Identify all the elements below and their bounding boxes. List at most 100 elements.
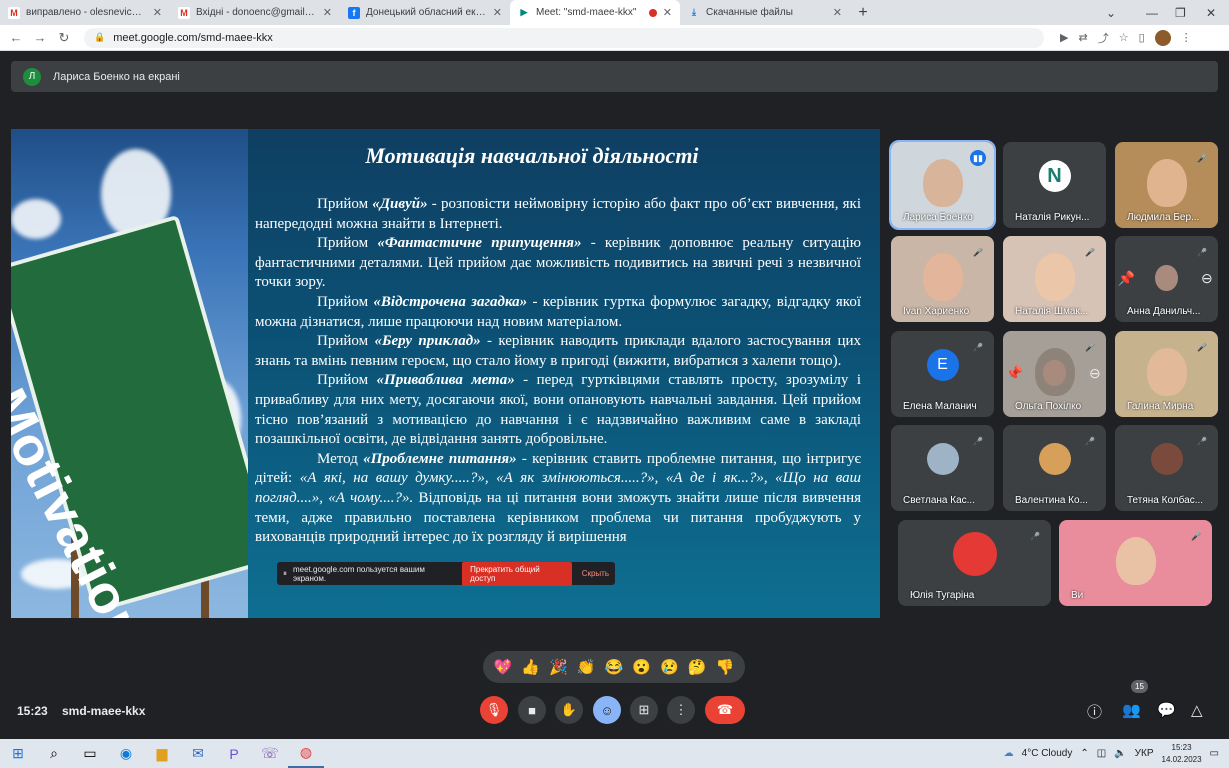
camera-indicator-icon[interactable]: ▶ [1060,31,1068,44]
menu-dots-icon[interactable]: ⋮ [1181,31,1192,44]
forward-icon[interactable]: → [28,30,52,45]
participant-tile[interactable]: 🎤 Светлана Кас... [891,425,994,511]
mic-muted-icon: 🎤 [1191,531,1201,541]
browser-tab[interactable]: Mвиправлено - olesnevich88a@g ✕ [0,0,170,25]
translate-icon[interactable]: ⇄ [1078,31,1087,44]
reaction-emoji[interactable]: 💖 [494,658,513,676]
motivation-sign-image: Motivation [11,129,248,618]
participant-tile[interactable]: 🎤 Наталія Шмак... [1003,236,1106,322]
language-indicator[interactable]: УКР [1135,748,1154,759]
participant-tile[interactable]: 🎤 Ви [1059,520,1212,606]
hang-up-button[interactable]: ☎ [705,696,745,724]
search-icon[interactable]: ⌕ [36,739,72,768]
meeting-info-icon[interactable]: ⓘ [1087,701,1102,722]
taskbar-clock[interactable]: 15:23 14.02.2023 [1162,742,1202,766]
camera-button[interactable]: ■ [518,696,546,724]
participant-tile[interactable]: 📌 ● ⊖ 🎤 Анна Данильч... [1115,236,1218,322]
new-tab-button[interactable]: + [850,0,876,25]
close-tab-icon[interactable]: ✕ [833,6,842,19]
avatar-icon[interactable]: ● [1043,360,1066,387]
participant-tile[interactable]: 🎤 Людмила Бер... [1115,142,1218,228]
task-view-icon[interactable]: ▭ [72,739,108,768]
close-tab-icon[interactable]: ✕ [153,6,162,19]
close-tab-icon[interactable]: ✕ [493,6,502,19]
close-window-button[interactable]: ✕ [1206,0,1216,25]
reaction-emoji[interactable]: 🎉 [549,658,568,676]
mail-icon[interactable]: ✉ [180,739,216,768]
chrome-icon[interactable]: ◍ [288,739,324,768]
chat-icon[interactable]: 💬 [1157,701,1176,719]
volume-icon[interactable]: 🔈 [1114,748,1126,759]
tab-search-icon[interactable]: ⌄ [1106,0,1116,25]
weather-text[interactable]: 4°C Cloudy [1022,748,1073,759]
shared-screen: Motivation Мотивація навчальної діяльнос… [11,129,880,618]
bookmark-star-icon[interactable]: ☆ [1119,31,1129,44]
restore-button[interactable]: ❐ [1175,0,1186,25]
sidepanel-icon[interactable]: ▯ [1139,31,1145,44]
notification-icon[interactable]: ▭ [1210,748,1219,759]
participant-avatar: N [1038,160,1071,193]
participant-tile[interactable]: N🎤Наталія Рикун... [1003,142,1106,228]
reaction-emoji[interactable]: 😢 [660,658,679,676]
file-explorer-icon[interactable]: ▆ [144,739,180,768]
reaction-emoji[interactable]: 🤔 [688,658,707,676]
reaction-emoji[interactable]: 😮 [632,658,651,676]
more-options-button[interactable]: ⋮ [667,696,695,724]
participant-tile[interactable]: 🎤 Юлія Тугаріна [898,520,1051,606]
url-field[interactable]: 🔒 meet.google.com/smd-maee-kkx [84,27,1044,48]
reaction-emoji[interactable]: 😂 [605,658,624,676]
participant-name: Валентина Ко... [1015,495,1088,506]
raise-hand-button[interactable]: ✋ [555,696,583,724]
browser-tab[interactable]: ⤓ Скачанные файлы ✕ [680,0,850,25]
reactions-button[interactable]: ☺ [593,696,621,724]
network-icon[interactable]: ◫ [1097,748,1106,759]
participant-tile[interactable]: E 🎤 Елена Маланич [891,331,994,417]
reaction-emoji[interactable]: 👍 [521,658,540,676]
paragraph-term: «Проблемне питання» [363,450,517,467]
remove-icon[interactable]: ⊖ [1084,360,1106,386]
reaction-emoji[interactable]: 👎 [716,658,735,676]
reaction-emoji[interactable]: 👏 [577,658,596,676]
participant-tile[interactable]: 🎤 Ivan Хариенко [891,236,994,322]
participant-tile[interactable]: 🎤 Галина Мирна [1115,331,1218,417]
tray-expand-icon[interactable]: ⌃ [1080,748,1088,759]
participant-name: Галина Мирна [1127,401,1194,412]
profile-avatar[interactable] [1154,29,1171,46]
participant-tile[interactable]: 🎤 Тетяна Колбас... [1115,425,1218,511]
windows-start-icon[interactable]: ⊞ [0,739,36,768]
slide-paragraph: Прийом «Беру приклад» - керівник наводит… [255,332,861,371]
presenter-avatar: Л [23,67,41,86]
stop-sharing-button[interactable]: Прекратить общий доступ [462,561,572,586]
share-icon[interactable]: ⤴ [1098,30,1109,46]
close-tab-icon[interactable]: ✕ [663,6,672,19]
present-screen-button[interactable]: ⊞ [630,696,658,724]
tab-label: Донецький обласний еколого- [366,7,487,18]
publisher-icon[interactable]: P [216,739,252,768]
people-icon[interactable]: 👥 [1122,701,1141,719]
reload-icon[interactable]: ↻ [52,30,76,46]
activities-icon[interactable]: △ [1191,701,1203,719]
meet-icon: ▶ [518,6,530,19]
slide-title: Мотивація навчальної діяльності [365,143,699,168]
close-tab-icon[interactable]: ✕ [323,6,332,19]
pin-icon[interactable]: 📌 [1003,360,1025,386]
hide-notice-button[interactable]: Скрыть [582,569,609,578]
browser-tab[interactable]: f Донецький обласний еколого- ✕ [340,0,510,25]
taskbar-time: 15:23 [1171,742,1192,752]
participant-avatar [952,532,997,577]
remove-icon[interactable]: ⊖ [1196,265,1218,291]
back-icon[interactable]: ← [4,30,28,45]
avatar-icon[interactable]: ● [1155,265,1178,292]
pin-icon[interactable]: 📌 [1115,265,1137,291]
pause-icon: ⏸ [283,568,287,578]
browser-tab[interactable]: ▶ Meet: "smd-maee-kkx" ✕ [510,0,680,25]
participant-tile[interactable]: 🎤 Валентина Ко... [1003,425,1106,511]
participant-tile[interactable]: 📌 ● ⊖ 🎤 Ольга Похілко [1003,331,1106,417]
mic-off-button[interactable]: 🎙 [480,696,508,724]
download-icon: ⤓ [692,7,696,17]
browser-tab[interactable]: M Вхідні - donoenc@gmail.com - G ✕ [170,0,340,25]
edge-icon[interactable]: ◉ [108,739,144,768]
participant-tile[interactable]: ▮▮ Лариса Боенко [889,140,996,230]
minimize-button[interactable]: — [1146,0,1158,25]
viber-icon[interactable]: ☏ [252,739,288,768]
